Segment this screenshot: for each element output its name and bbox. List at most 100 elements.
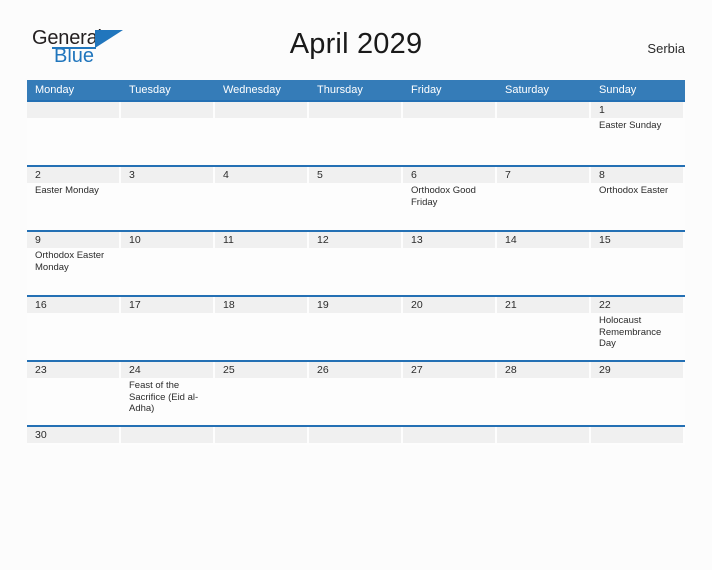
day-cell-3[interactable]: 3 — [121, 167, 215, 230]
day-number-strip: 1 — [591, 102, 683, 118]
day-cell-5[interactable]: 5 — [309, 167, 403, 230]
day-cell-17[interactable]: 17 — [121, 297, 215, 360]
day-cell-25[interactable]: 25 — [215, 362, 309, 425]
calendar-week-row: 9 Orthodox Easter Monday 10 11 12 13 14 15 — [27, 230, 685, 295]
day-cell-11[interactable]: 11 — [215, 232, 309, 295]
day-number: 24 — [129, 364, 141, 376]
day-cell-23[interactable]: 23 — [27, 362, 121, 425]
day-cell-16[interactable]: 16 — [27, 297, 121, 360]
weekday-header-tuesday: Tuesday — [129, 84, 171, 96]
day-cell-18[interactable]: 18 — [215, 297, 309, 360]
day-number-strip: 28 — [497, 362, 589, 378]
day-events: Easter Sunday — [591, 118, 685, 132]
day-cell-10[interactable]: 10 — [121, 232, 215, 295]
day-cell-empty — [403, 102, 497, 165]
day-cell-12[interactable]: 12 — [309, 232, 403, 295]
day-number: 12 — [317, 234, 329, 246]
day-cell-22[interactable]: 22 Holocaust Remembrance Day — [591, 297, 685, 360]
day-cell-29[interactable]: 29 — [591, 362, 685, 425]
calendar-week-inner: 1 Easter Sunday — [27, 102, 685, 165]
day-number-strip: 18 — [215, 297, 307, 313]
holiday-label: Orthodox Easter — [599, 185, 669, 196]
calendar-week-inner: 30 — [27, 427, 685, 445]
day-number-strip: 8 — [591, 167, 683, 183]
day-number-strip — [121, 427, 213, 443]
day-cell-6[interactable]: 6 Orthodox Good Friday — [403, 167, 497, 230]
day-number: 29 — [599, 364, 611, 376]
calendar-week-inner: 2 Easter Monday 3 4 5 6 Orthodox Good Friday 7 8… — [27, 167, 685, 230]
page-title: April 2029 — [289, 28, 423, 60]
day-cell-14[interactable]: 14 — [497, 232, 591, 295]
day-cell-empty — [215, 427, 309, 445]
day-number: 9 — [35, 234, 41, 246]
day-number-strip: 16 — [27, 297, 119, 313]
weekday-header-thursday: Thursday — [317, 84, 363, 96]
day-cell-15[interactable]: 15 — [591, 232, 685, 295]
day-number-strip — [591, 427, 683, 443]
day-number-strip: 27 — [403, 362, 495, 378]
calendar-week-row: 30 — [27, 425, 685, 445]
day-number-strip: 25 — [215, 362, 307, 378]
day-number: 26 — [317, 364, 329, 376]
day-number-strip — [497, 102, 589, 118]
day-number: 5 — [317, 169, 323, 181]
day-number-strip: 3 — [121, 167, 213, 183]
day-number-strip: 30 — [27, 427, 119, 443]
day-cell-9[interactable]: 9 Orthodox Easter Monday — [27, 232, 121, 295]
day-cell-2[interactable]: 2 Easter Monday — [27, 167, 121, 230]
day-number-strip: 22 — [591, 297, 683, 313]
day-cell-19[interactable]: 19 — [309, 297, 403, 360]
day-cell-1[interactable]: 1 Easter Sunday — [591, 102, 685, 165]
day-cell-8[interactable]: 8 Orthodox Easter — [591, 167, 685, 230]
day-number-strip — [121, 102, 213, 118]
weekday-header-row: Monday Tuesday Wednesday Thursday Friday… — [27, 80, 685, 100]
day-cell-26[interactable]: 26 — [309, 362, 403, 425]
weekday-header-wednesday: Wednesday — [223, 84, 281, 96]
day-cell-empty — [121, 102, 215, 165]
day-number-strip — [27, 102, 119, 118]
day-number: 13 — [411, 234, 423, 246]
calendar-weeks: 1 Easter Sunday 2 Easter Monday 3 4 5 6 Orthodox… — [27, 100, 685, 445]
holiday-label: Easter Monday — [35, 185, 99, 196]
day-cell-empty — [121, 427, 215, 445]
calendar-week-row: 23 24 Feast of the Sacrifice (Eid al-Adha)… — [27, 360, 685, 425]
day-number: 21 — [505, 299, 517, 311]
day-number-strip: 15 — [591, 232, 683, 248]
day-number: 2 — [35, 169, 41, 181]
day-cell-28[interactable]: 28 — [497, 362, 591, 425]
calendar-grid: Monday Tuesday Wednesday Thursday Friday… — [27, 80, 685, 445]
day-number-strip — [215, 102, 307, 118]
day-cell-30[interactable]: 30 — [27, 427, 121, 445]
day-number-strip: 2 — [27, 167, 119, 183]
day-cell-13[interactable]: 13 — [403, 232, 497, 295]
weekday-header-saturday: Saturday — [505, 84, 550, 96]
day-cell-21[interactable]: 21 — [497, 297, 591, 360]
day-number-strip — [215, 427, 307, 443]
day-cell-7[interactable]: 7 — [497, 167, 591, 230]
day-cell-empty — [27, 102, 121, 165]
day-cell-empty — [497, 427, 591, 445]
day-cell-4[interactable]: 4 — [215, 167, 309, 230]
day-number-strip: 11 — [215, 232, 307, 248]
day-number-strip: 7 — [497, 167, 589, 183]
day-number: 27 — [411, 364, 423, 376]
day-number: 18 — [223, 299, 235, 311]
day-number-strip — [497, 427, 589, 443]
day-number-strip: 5 — [309, 167, 401, 183]
day-cell-24[interactable]: 24 Feast of the Sacrifice (Eid al-Adha) — [121, 362, 215, 425]
day-number-strip — [403, 102, 495, 118]
page-header: General Blue April 2029 Serbia — [27, 20, 685, 76]
day-number-strip: 10 — [121, 232, 213, 248]
day-number: 7 — [505, 169, 511, 181]
day-cell-27[interactable]: 27 — [403, 362, 497, 425]
day-number: 1 — [599, 104, 605, 116]
day-number: 28 — [505, 364, 517, 376]
day-number: 15 — [599, 234, 611, 246]
day-number-strip — [403, 427, 495, 443]
day-events: Holocaust Remembrance Day — [591, 313, 685, 350]
calendar-week-inner: 16 17 18 19 20 21 22 Holocaust Remembrance Day — [27, 297, 685, 360]
day-number: 16 — [35, 299, 47, 311]
calendar-week-row: 1 Easter Sunday — [27, 100, 685, 165]
day-number: 6 — [411, 169, 417, 181]
day-cell-20[interactable]: 20 — [403, 297, 497, 360]
